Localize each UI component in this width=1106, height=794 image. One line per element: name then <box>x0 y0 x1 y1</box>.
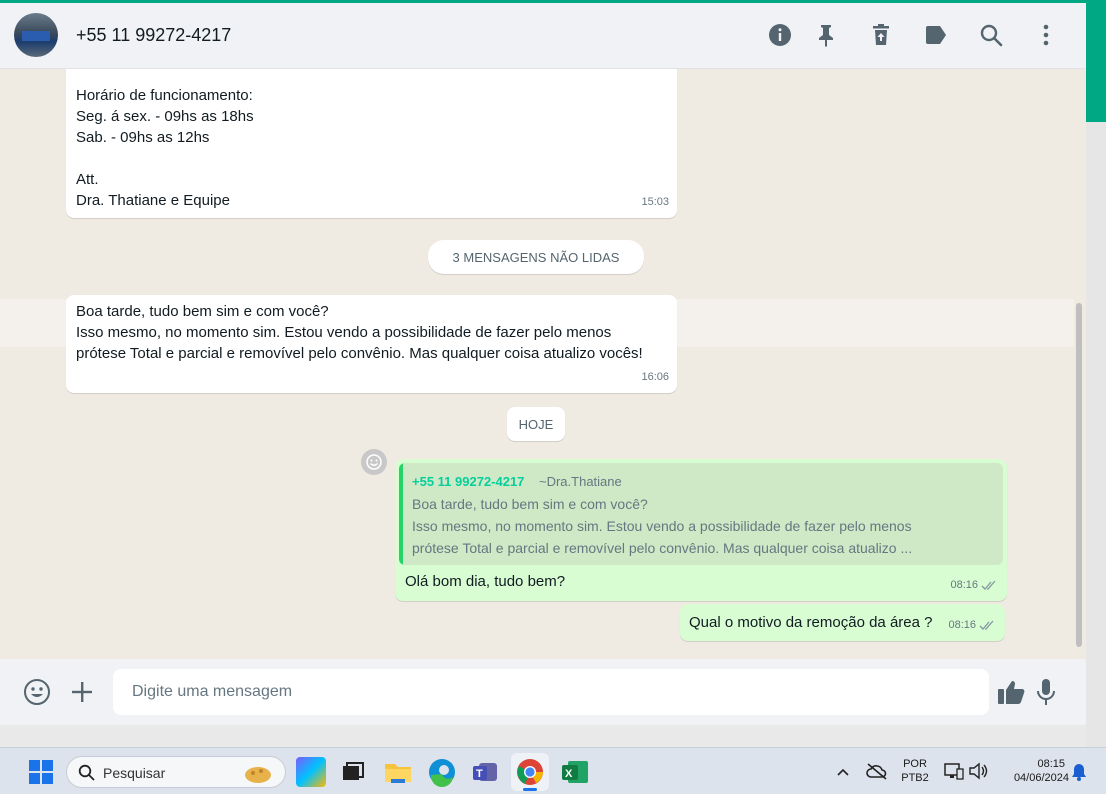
message-line: Horário de funcionamento: <box>76 87 253 104</box>
search-icon <box>78 764 95 781</box>
window-bottom-edge <box>0 725 1086 747</box>
message-status: 08:16 <box>948 615 997 636</box>
language-top: POR <box>903 758 927 770</box>
taskbar-search-label: Pesquisar <box>103 765 166 781</box>
message-line: prótese Total e parcial e removível pelo… <box>76 345 643 362</box>
message-line: Dra. Thatiane e Equipe <box>76 192 230 209</box>
message-composer <box>0 659 1086 725</box>
clock-date: 04/06/2024 <box>1013 772 1069 784</box>
message-line: Att. <box>76 171 99 188</box>
quote-text: Boa tarde, tudo bem sim e com você? Isso … <box>412 493 912 559</box>
label-icon[interactable] <box>922 21 950 49</box>
message-incoming[interactable]: Horário de funcionamento: Seg. á sex. - … <box>66 69 677 218</box>
teams-icon[interactable]: T <box>471 757 501 787</box>
chat-messages[interactable]: Horário de funcionamento: Seg. á sex. - … <box>0 69 1086 659</box>
notification-bell-icon[interactable] <box>1071 763 1087 786</box>
info-icon[interactable] <box>766 21 794 49</box>
message-input[interactable] <box>113 669 989 715</box>
date-separator: HOJE <box>507 407 565 441</box>
taskbar-clock[interactable]: 08:15 04/06/2024 <box>997 757 1069 785</box>
chrome-icon <box>517 759 543 785</box>
taskbar-search[interactable]: Pesquisar <box>66 756 286 788</box>
message-time: 08:16 <box>948 619 976 631</box>
double-check-icon <box>979 620 994 630</box>
whatsapp-window: +55 11 99272-4217 Horário de funcionamen… <box>0 3 1086 747</box>
window-right-edge <box>1086 122 1106 747</box>
contact-avatar[interactable] <box>14 13 58 57</box>
message-outgoing[interactable]: +55 11 99272-4217 ~Dra.Thatiane Boa tard… <box>395 459 1007 601</box>
message-text: Olá bom dia, tudo bem? <box>405 573 566 590</box>
windows-taskbar: Pesquisar T X POR PTB2 08:15 04/06/2024 <box>0 747 1106 794</box>
pin-icon[interactable] <box>812 21 840 49</box>
like-icon[interactable] <box>996 677 1026 707</box>
quote-author: +55 11 99272-4217 <box>412 474 525 489</box>
language-bottom: PTB2 <box>901 772 929 784</box>
emoji-icon[interactable] <box>22 677 52 707</box>
message-line: Seg. á sex. - 09hs as 18hs <box>76 108 254 125</box>
react-emoji-icon[interactable] <box>361 449 387 475</box>
copilot-icon[interactable] <box>296 757 326 787</box>
message-time: 15:03 <box>641 196 669 208</box>
microphone-icon[interactable] <box>1031 677 1061 707</box>
clock-time: 08:15 <box>1037 758 1065 770</box>
file-explorer-icon[interactable] <box>383 757 413 787</box>
chrome-taskbar-button[interactable] <box>511 753 549 791</box>
chat-header: +55 11 99272-4217 <box>0 3 1086 69</box>
language-indicator[interactable]: POR PTB2 <box>900 757 930 785</box>
window-accent-right <box>1086 0 1106 122</box>
task-view-icon[interactable] <box>338 757 368 787</box>
excel-icon[interactable]: X <box>560 757 590 787</box>
network-icon[interactable] <box>944 762 964 785</box>
message-incoming[interactable]: Boa tarde, tudo bem sim e com você? Isso… <box>66 295 677 393</box>
quoted-message[interactable]: +55 11 99272-4217 ~Dra.Thatiane Boa tard… <box>399 463 1003 565</box>
quote-line: Isso mesmo, no momento sim. Estou vendo … <box>412 518 912 534</box>
attach-plus-icon[interactable] <box>67 677 97 707</box>
svg-text:T: T <box>476 768 483 780</box>
search-icon[interactable] <box>977 21 1005 49</box>
message-outgoing[interactable]: Qual o motivo da remoção da área ? 08:16 <box>680 604 1005 641</box>
contact-name[interactable]: +55 11 99272-4217 <box>76 25 231 46</box>
quote-bar <box>399 463 403 565</box>
message-status: 08:16 <box>950 575 999 596</box>
message-line: Boa tarde, tudo bem sim e com você? <box>76 303 329 320</box>
edge-icon[interactable] <box>427 757 457 788</box>
delete-icon[interactable] <box>867 21 895 49</box>
message-line <box>76 148 667 169</box>
menu-icon[interactable] <box>1032 21 1060 49</box>
onedrive-offline-icon[interactable] <box>866 762 888 785</box>
quote-line: Boa tarde, tudo bem sim e com você? <box>412 496 648 512</box>
bing-highlight-icon <box>245 767 271 783</box>
message-line: Isso mesmo, no momento sim. Estou vendo … <box>76 324 612 341</box>
volume-icon[interactable] <box>968 762 988 785</box>
unread-messages-label: 3 MENSAGENS NÃO LIDAS <box>428 240 644 274</box>
svg-text:X: X <box>565 768 573 780</box>
message-time: 16:06 <box>641 371 669 383</box>
tray-chevron-up-icon[interactable] <box>836 764 850 782</box>
message-text: Qual o motivo da remoção da área ? <box>689 614 933 631</box>
windows-start-icon[interactable] <box>29 760 53 789</box>
active-app-indicator <box>523 788 537 791</box>
chat-scrollbar[interactable] <box>1076 303 1082 647</box>
quote-line: prótese Total e parcial e removível pelo… <box>412 540 913 556</box>
double-check-icon <box>981 580 996 590</box>
message-line: Sab. - 09hs as 12hs <box>76 129 210 146</box>
quote-push-name: ~Dra.Thatiane <box>539 474 622 489</box>
message-time: 08:16 <box>950 579 978 591</box>
